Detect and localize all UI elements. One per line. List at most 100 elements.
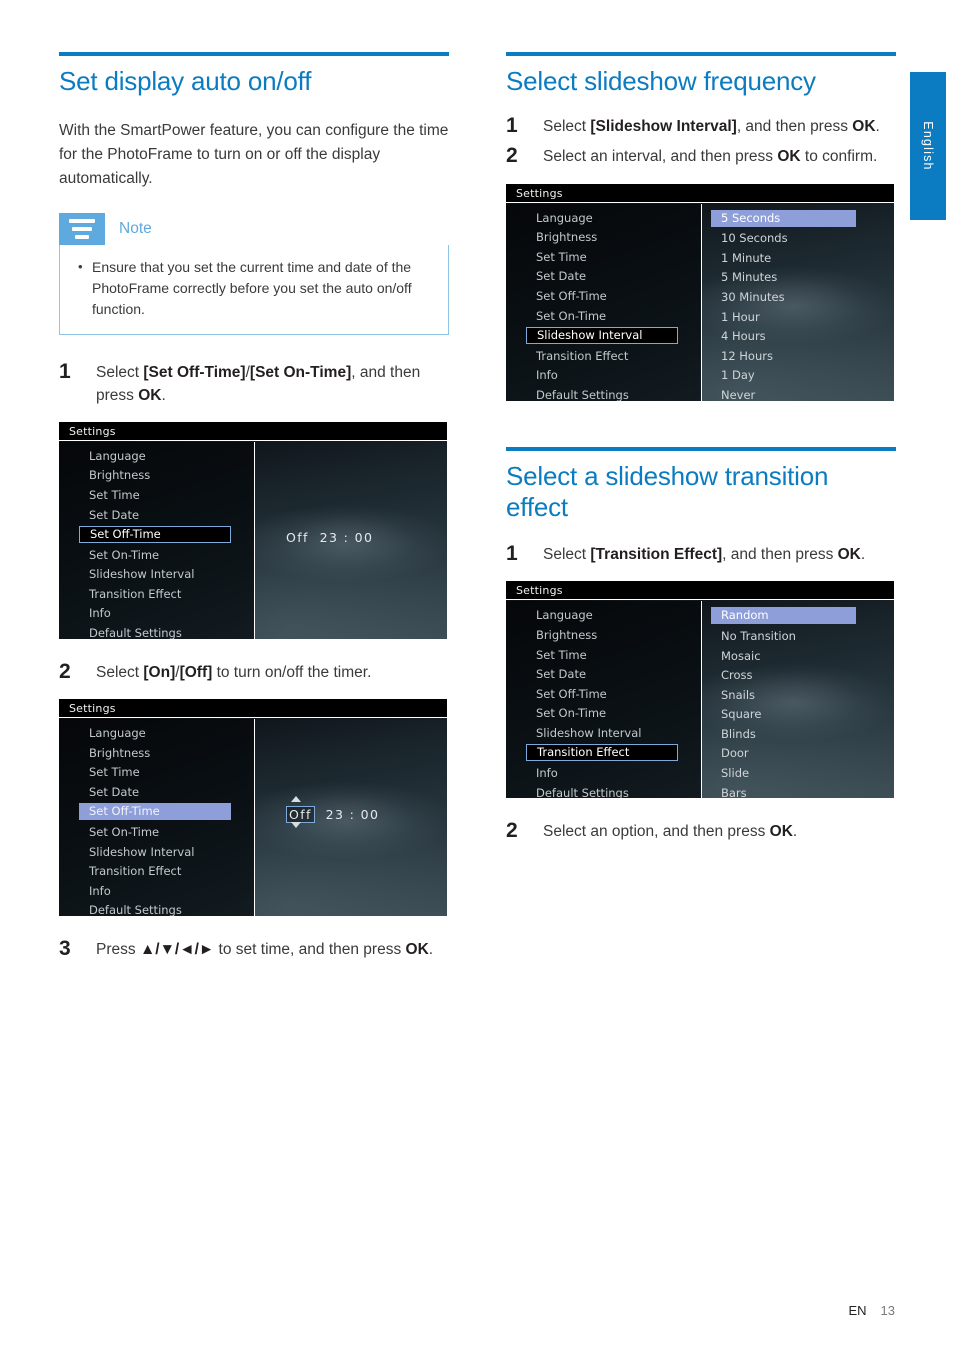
page-title-transition-effect: Select a slideshow transition effect — [506, 460, 829, 522]
device-menu-item[interactable]: Transition Effect — [59, 863, 447, 879]
right-column: Select slideshow frequency 1 Select [Sli… — [506, 52, 896, 859]
device-option-item[interactable]: Snails — [703, 687, 894, 703]
device-option-item[interactable]: 1 Day — [703, 367, 894, 383]
step-text-a: Select — [543, 118, 591, 136]
step-text: Press ▲/▼/◄/► to set time, and then pres… — [96, 936, 449, 962]
step-text: Select [Transition Effect], and then pre… — [543, 541, 896, 567]
heading-rule-right-1 — [506, 52, 896, 56]
device-menu-item[interactable]: Set Time — [59, 487, 447, 503]
device-menu-item[interactable]: Set Off-Time — [79, 803, 231, 821]
device-menu-item[interactable]: Slideshow Interval — [59, 844, 447, 860]
note-lines-icon — [59, 213, 105, 246]
step-text-a: Select — [96, 663, 144, 681]
note-header: Note — [59, 213, 449, 246]
device-options-pane: Random No Transition Mosaic Cross Snails Squa… — [703, 601, 894, 798]
device-menu-item[interactable]: Info — [59, 605, 447, 621]
arrow-up-icon — [291, 795, 301, 802]
device-menu-item[interactable]: Set Date — [59, 507, 447, 523]
device-content: Language Brightness Set Time Set Date Set Of… — [59, 718, 447, 916]
device-menu-item[interactable]: Set Time — [59, 764, 447, 780]
device-screenshot-set-off-time: Settings Language Brightness Set Time Set D… — [59, 421, 447, 639]
step-text-a: Press — [96, 940, 140, 958]
device-menu-item[interactable]: Slideshow Interval — [59, 566, 447, 582]
device-option-item[interactable]: Cross — [703, 667, 894, 683]
device-menu-item[interactable]: Set On-Time — [59, 547, 447, 563]
device-menu-item[interactable]: Set On-Time — [59, 824, 447, 840]
step-text-b: , and then press — [736, 118, 853, 136]
device-menu-item[interactable]: Language — [59, 725, 447, 741]
device-menu-item[interactable]: Info — [59, 883, 447, 899]
device-option-item[interactable]: Blinds — [703, 726, 894, 742]
device-option-item[interactable]: 1 Minute — [703, 250, 894, 266]
device-screenshot-transition-effect: Settings Language Brightness Set Time Set D… — [506, 581, 894, 799]
device-menu-item[interactable]: Language — [59, 448, 447, 464]
device-time-label: Off — [286, 529, 309, 545]
device-option-item[interactable]: 5 Seconds — [711, 209, 856, 227]
device-option-item[interactable]: 30 Minutes — [703, 289, 894, 305]
step-number: 1 — [59, 360, 71, 384]
navigation-keys-glyphs: ▲/▼/◄/► — [139, 940, 215, 958]
step-bold-a: [Set Off-Time] — [143, 364, 246, 382]
step-right1-2: 2 Select an interval, and then press OK … — [506, 143, 896, 169]
device-titlebar: Settings — [59, 698, 447, 718]
device-option-item[interactable]: Bars — [703, 785, 894, 799]
step-text-c: to turn on/off the timer. — [212, 663, 372, 681]
device-option-item[interactable]: 4 Hours — [703, 328, 894, 344]
device-option-item[interactable]: 12 Hours — [703, 348, 894, 364]
step-text: Select [Slideshow Interval], and then pr… — [543, 113, 896, 139]
step-text-a: Select — [543, 546, 591, 564]
device-option-item[interactable]: Door — [703, 745, 894, 761]
language-tab-label: English — [921, 121, 935, 171]
page-footer: EN 13 — [848, 1303, 895, 1318]
device-option-item[interactable]: 10 Seconds — [703, 230, 894, 246]
arrow-down-icon — [291, 821, 301, 828]
device-option-item[interactable]: 1 Hour — [703, 309, 894, 325]
device-menu-item[interactable]: Brightness — [59, 745, 447, 761]
device-time-value: Off 23 : 00 — [286, 805, 379, 823]
device-option-item[interactable]: Square — [703, 706, 894, 722]
step-number: 2 — [59, 659, 71, 683]
device-menu-item[interactable]: Set Off-Time — [79, 526, 231, 544]
device-option-item[interactable]: Mosaic — [703, 648, 894, 664]
step-text: Select [Set Off-Time]/[Set On-Time], and… — [96, 359, 449, 408]
device-option-list: 5 Seconds 10 Seconds 1 Minute 5 Minutes 30 M… — [703, 204, 894, 401]
device-screenshot-slideshow-interval: Settings Language Brightness Set Time Set D… — [506, 183, 894, 401]
step-bold-b: [Set On-Time] — [249, 364, 352, 382]
device-options-pane: 5 Seconds 10 Seconds 1 Minute 5 Minutes 30 M… — [703, 204, 894, 401]
heading-rule-right-2 — [506, 446, 896, 451]
device-time-value: Off 23 : 00 — [286, 530, 373, 545]
device-menu-list: Language Brightness Set Time Set Date Set Of… — [59, 442, 447, 639]
heading-rule-left — [59, 52, 449, 56]
device-menu-item[interactable]: Default Settings — [59, 902, 447, 916]
step-bold-a: [On] — [143, 663, 176, 681]
device-menu-list: Language Brightness Set Time Set Date Set Of… — [59, 719, 447, 916]
device-content: Language Brightness Set Time Set Date Set Of… — [506, 601, 894, 799]
step-text-b: . — [792, 823, 798, 841]
device-menu-item[interactable]: Transition Effect — [59, 586, 447, 602]
device-menu-item[interactable]: Slideshow Interval — [526, 327, 678, 345]
step-text-c: . — [860, 546, 866, 564]
step-text-a: Select an interval, and then press — [543, 148, 778, 166]
device-titlebar: Settings — [506, 581, 894, 601]
device-menu-item[interactable]: Default Settings — [59, 625, 447, 639]
step-number: 2 — [506, 819, 518, 843]
device-option-item[interactable]: No Transition — [703, 628, 894, 644]
device-option-item[interactable]: Random — [711, 607, 856, 625]
step-bold-a: OK — [777, 148, 801, 166]
intro-paragraph: With the SmartPower feature, you can con… — [59, 122, 449, 188]
device-menu-item[interactable]: Set Date — [59, 784, 447, 800]
device-content: Language Brightness Set Time Set Date Set Of… — [506, 203, 894, 401]
device-option-item[interactable]: 5 Minutes — [703, 269, 894, 285]
step-number: 1 — [506, 542, 518, 566]
device-option-item[interactable]: Never — [703, 387, 894, 401]
step-left-1: 1 Select [Set Off-Time]/[Set On-Time], a… — [59, 359, 449, 408]
step-left-2: 2 Select [On]/[Off] to turn on/off the t… — [59, 659, 449, 685]
left-column: Set display auto on/off With the SmartPo… — [59, 52, 449, 976]
device-screenshot-set-off-time-value: Settings Language Brightness Set Time Set D… — [59, 698, 447, 916]
device-option-item[interactable]: Slide — [703, 765, 894, 781]
note-bullet: Ensure that you set the current time and… — [78, 257, 434, 320]
note-box: Note Ensure that you set the current tim… — [59, 213, 449, 336]
device-menu-item[interactable]: Transition Effect — [526, 744, 678, 762]
device-menu-item[interactable]: Brightness — [59, 467, 447, 483]
page-title-slideshow-frequency: Select slideshow frequency — [506, 66, 816, 96]
